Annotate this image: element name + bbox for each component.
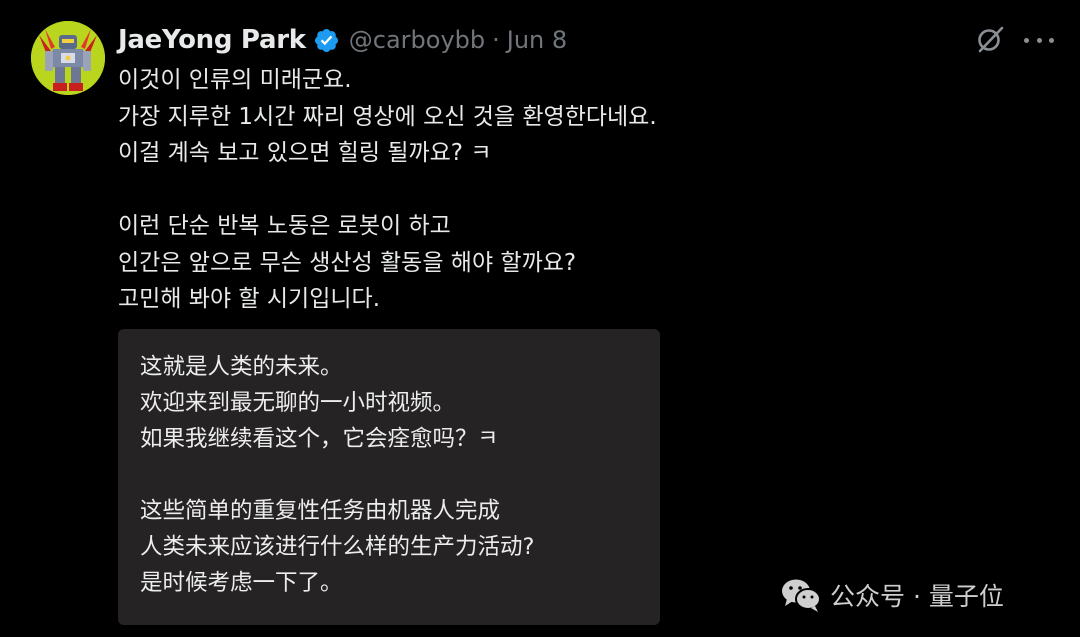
watermark: 公众号 · 量子位: [780, 575, 1004, 615]
watermark-text: 公众号 · 量子位: [830, 582, 1004, 611]
avatar-robot-image: [31, 21, 105, 95]
translation-line: [140, 457, 534, 493]
tweet-text-line: 이런 단순 반복 노동은 로봇이 하고: [118, 213, 451, 239]
translation-line: 欢迎来到最无聊的一小时视频。: [140, 390, 456, 416]
avatar[interactable]: [31, 21, 105, 95]
tweet-header: JaeYong Park @carboybb · Jun 8: [118, 22, 567, 58]
tweet-text: 이것이 인류의 미래군요. 가장 지루한 1시간 짜리 영상에 오신 것을 환영…: [118, 62, 818, 318]
tweet-text-line: 고민해 봐야 할 시기입니다.: [118, 286, 381, 312]
header-separator: ·: [492, 26, 500, 54]
verified-badge-icon: [313, 27, 340, 54]
translation-card: 这就是人类的未来。 欢迎来到最无聊的一小时视频。 如果我继续看这个，它会痊愈吗？…: [118, 329, 660, 625]
translation-line: 是时候考虑一下了。: [140, 570, 343, 596]
translation-line: 人类未来应该进行什么样的生产力活动?: [140, 534, 535, 560]
wechat-icon: [780, 577, 822, 613]
tweet-text-line: 이걸 계속 보고 있으면 힐링 될까요? ㅋ: [118, 140, 492, 166]
tweet-text-line: 인간은 앞으로 무슨 생산성 활동을 해야 할까요?: [118, 249, 577, 276]
translation-line: 如果我继续看这个，它会痊愈吗？ㅋ: [140, 426, 499, 452]
tweet: JaeYong Park @carboybb · Jun 8 이것이 인류의 미…: [0, 0, 1080, 637]
more-icon[interactable]: [1024, 28, 1054, 52]
tweet-date[interactable]: Jun 8: [507, 26, 567, 54]
grok-icon[interactable]: [975, 24, 1005, 54]
translation-line: 这些简单的重复性任务由机器人完成: [140, 498, 501, 524]
tweet-text-line: [118, 172, 818, 209]
tweet-text-line: 이것이 인류의 미래군요.: [118, 67, 352, 93]
author-display-name[interactable]: JaeYong Park: [118, 25, 306, 55]
tweet-text-line: 가장 지루한 1시간 짜리 영상에 오신 것을 환영한다네요.: [118, 103, 657, 130]
author-handle[interactable]: @carboybb: [349, 26, 485, 54]
translation-line: 这就是人类的未来。: [140, 354, 343, 380]
